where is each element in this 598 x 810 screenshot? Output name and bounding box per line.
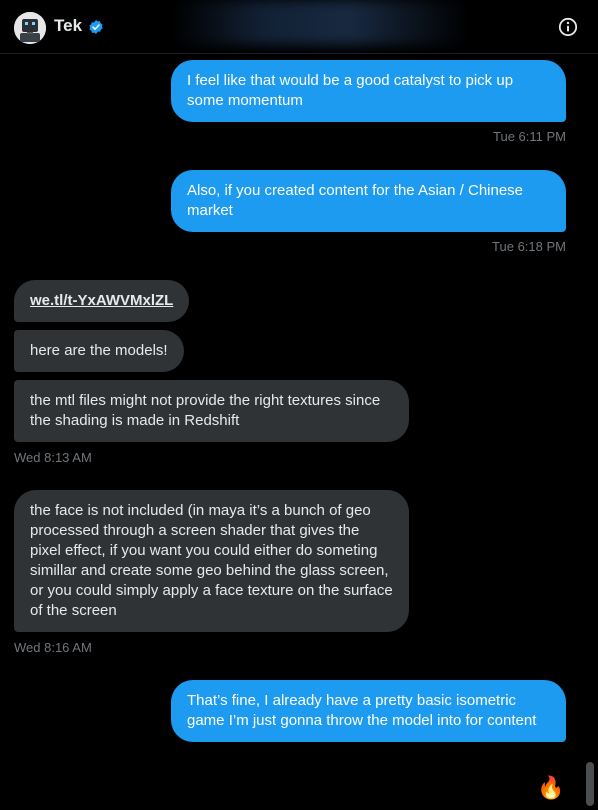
robot-avatar-icon	[14, 12, 46, 44]
avatar[interactable]	[14, 12, 46, 44]
message-bubble-received[interactable]: here are the models!	[14, 330, 184, 372]
message-bubble-received[interactable]: the mtl files might not provide the righ…	[14, 380, 409, 442]
scrollbar-thumb[interactable]	[586, 762, 594, 806]
message-text: That’s fine, I already have a pretty bas…	[187, 692, 537, 729]
message-bubble-received[interactable]: the face is not included (in maya it’s a…	[14, 490, 409, 632]
message-text: Also, if you created content for the Asi…	[187, 182, 524, 219]
header-title[interactable]: Tek	[54, 16, 82, 36]
message-bubble-received[interactable]: we.tl/t-YxAWVMxlZL	[14, 280, 190, 322]
message-bubble-sent[interactable]: Also, if you created content for the Asi…	[171, 170, 566, 232]
message-bubble-sent[interactable]: That’s fine, I already have a pretty bas…	[171, 680, 566, 742]
message-link[interactable]: we.tl/t-YxAWVMxlZL	[30, 292, 173, 309]
message-timestamp: Tue 6:18 PM	[492, 239, 566, 254]
message-bubble-sent[interactable]: I feel like that would be a good catalys…	[171, 60, 566, 122]
message-text: the face is not included (in maya it’s a…	[30, 502, 393, 619]
message-text: I feel like that would be a good catalys…	[187, 72, 514, 109]
message-timestamp: Wed 8:16 AM	[14, 640, 92, 655]
info-icon[interactable]	[558, 17, 578, 37]
fire-reaction-icon[interactable]: 🔥	[537, 776, 564, 800]
message-timestamp: Tue 6:11 PM	[493, 129, 566, 144]
header-blur-decoration	[170, 0, 470, 45]
message-text: here are the models!	[30, 342, 168, 359]
message-timestamp: Wed 8:13 AM	[14, 450, 92, 465]
conversation-header: Tek	[0, 0, 598, 54]
message-text: the mtl files might not provide the righ…	[30, 392, 381, 429]
verified-badge-icon	[89, 20, 103, 34]
